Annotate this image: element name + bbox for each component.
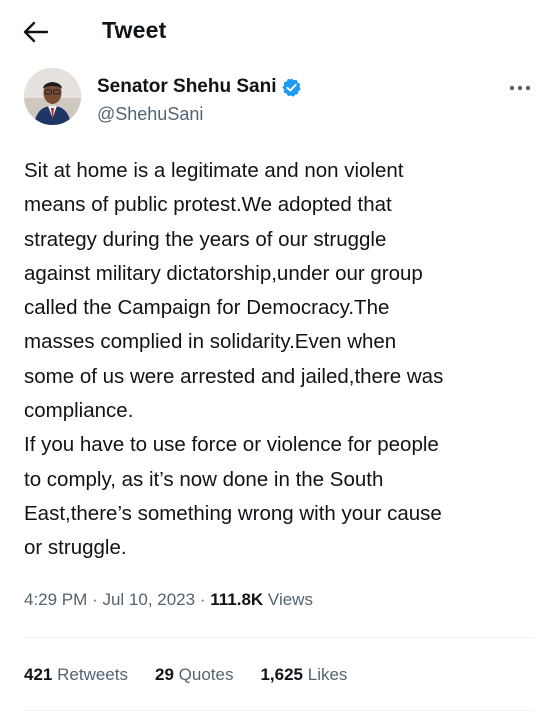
views-count: 111.8K — [210, 590, 264, 609]
likes-stat[interactable]: 1,625 Likes — [260, 663, 347, 687]
retweets-stat[interactable]: 421 Retweets — [24, 663, 128, 687]
avatar[interactable] — [24, 68, 81, 125]
author-name[interactable]: Senator Shehu Sani — [97, 74, 276, 100]
retweets-label: Retweets — [57, 665, 128, 684]
back-button[interactable] — [18, 14, 54, 50]
arrow-left-icon — [23, 21, 49, 43]
divider — [24, 637, 534, 638]
author-name-row: Senator Shehu Sani — [97, 74, 302, 100]
likes-label: Likes — [307, 665, 348, 684]
quotes-count: 29 — [154, 665, 174, 684]
page-title: Tweet — [102, 17, 167, 43]
tweet-header: Tweet — [0, 0, 558, 62]
likes-count: 1,625 — [260, 665, 303, 684]
more-horizontal-icon — [509, 85, 531, 91]
tweet-date[interactable]: Jul 10, 2023 — [102, 590, 195, 609]
more-options-button[interactable] — [506, 78, 534, 98]
tweet-meta: 4:29 PM · Jul 10, 2023 · 111.8K Views — [24, 588, 313, 612]
author-handle[interactable]: @ShehuSani — [97, 102, 203, 126]
meta-separator: · — [92, 590, 98, 609]
verified-badge-icon — [282, 77, 302, 97]
tweet-text: Sit at home is a legitimate and non viol… — [24, 159, 444, 560]
quotes-label: Quotes — [178, 665, 234, 684]
tweet-time[interactable]: 4:29 PM — [24, 590, 87, 609]
quotes-stat[interactable]: 29 Quotes — [155, 663, 233, 687]
tweet-author: Senator Shehu Sani @ShehuSani — [24, 68, 534, 132]
views-label: Views — [267, 590, 313, 609]
avatar-image — [24, 68, 81, 125]
meta-separator: · — [199, 590, 206, 609]
retweets-count: 421 — [24, 665, 53, 684]
tweet-stats: 421 Retweets 29 Quotes 1,625 Likes — [24, 663, 374, 687]
divider — [24, 710, 534, 711]
